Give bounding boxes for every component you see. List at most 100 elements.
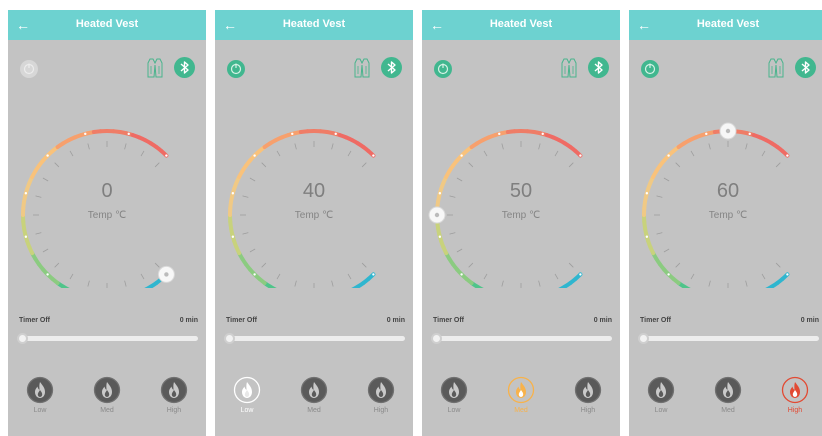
dial-dot [231, 235, 235, 238]
dial-tick [87, 143, 90, 150]
mode-button-high[interactable]: High [159, 376, 189, 424]
dial-dot [127, 132, 130, 136]
screen-1: ← Heated Vest 0 Temp ℃ Timer Off 0 min L… [8, 10, 206, 436]
mode-label-med: Med [721, 407, 735, 414]
mode-button-low[interactable]: Low [646, 376, 676, 424]
timer-slider-handle[interactable] [17, 333, 28, 344]
timer-slider-track[interactable] [436, 336, 612, 341]
dial-tick [331, 143, 334, 150]
dial-tick [690, 273, 695, 280]
power-button[interactable] [641, 60, 659, 78]
mode-label-low: Low [654, 407, 668, 414]
dial-tick [775, 262, 781, 268]
temperature-value: 40 [302, 180, 326, 202]
bluetooth-button[interactable] [381, 57, 402, 78]
flame-icon [714, 376, 742, 404]
dial-dot [334, 132, 337, 136]
timer-slider-track[interactable] [229, 336, 405, 341]
dial-tick [42, 248, 49, 253]
power-button[interactable] [20, 60, 38, 78]
mode-button-med[interactable]: Med [92, 376, 122, 424]
screen-4: ← Heated Vest 60 Temp ℃ Timer Off 0 min … [629, 10, 822, 436]
bluetooth-icon [180, 61, 189, 74]
mode-button-med[interactable]: Med [713, 376, 743, 424]
dial-tick [361, 162, 367, 168]
dial-dot [786, 154, 789, 157]
dial-tick [468, 262, 474, 268]
flame-icon [367, 376, 395, 404]
timer-value: 0 min [386, 317, 405, 324]
dial-tick [69, 150, 74, 157]
temperature-value: 50 [509, 180, 533, 202]
dial-tick [761, 273, 766, 280]
dial-tick [663, 248, 670, 253]
dial-dot [460, 154, 463, 157]
dial-dot [667, 154, 670, 157]
dial-tick [449, 232, 456, 235]
page-title: Heated Vest [696, 18, 760, 30]
dial-dot [46, 273, 49, 276]
mode-button-low[interactable]: Low [439, 376, 469, 424]
vest-icon[interactable] [146, 57, 164, 79]
app-header: ← Heated Vest [215, 10, 413, 40]
dial-handle-center [164, 272, 169, 277]
temperature-unit-label: Temp ℃ [87, 210, 127, 221]
page-title: Heated Vest [75, 18, 139, 30]
timer-slider-handle[interactable] [431, 333, 442, 344]
dial-tick [294, 280, 297, 287]
timer-slider-handle[interactable] [224, 333, 235, 344]
dial-tick [690, 150, 695, 157]
mode-button-high[interactable]: High [573, 376, 603, 424]
temperature-unit-label: Temp ℃ [294, 210, 334, 221]
flame-icon [440, 376, 468, 404]
timer-slider-handle[interactable] [638, 333, 649, 344]
dial-tick [708, 280, 711, 287]
mode-button-high[interactable]: High [780, 376, 810, 424]
dial-dot [253, 154, 256, 157]
bluetooth-button[interactable] [588, 57, 609, 78]
mode-button-med[interactable]: Med [299, 376, 329, 424]
dial-tick [347, 273, 352, 280]
bluetooth-button[interactable] [174, 57, 195, 78]
dial-tick [745, 280, 748, 287]
timer-slider-track[interactable] [22, 336, 198, 341]
vest-icon[interactable] [767, 57, 785, 79]
timer-value: 0 min [179, 317, 198, 324]
vest-icon[interactable] [560, 57, 578, 79]
mode-button-med[interactable]: Med [506, 376, 536, 424]
flame-icon [93, 376, 121, 404]
power-button[interactable] [227, 60, 245, 78]
dial-tick [538, 280, 541, 287]
bluetooth-button[interactable] [795, 57, 816, 78]
flame-icon [781, 376, 809, 404]
mode-button-high[interactable]: High [366, 376, 396, 424]
dial-tick [501, 143, 504, 150]
mode-button-low[interactable]: Low [232, 376, 262, 424]
dial-dot [372, 273, 375, 276]
mode-button-low[interactable]: Low [25, 376, 55, 424]
mode-label-high: High [580, 407, 596, 414]
timer-value: 0 min [800, 317, 819, 324]
dial-tick [87, 280, 90, 287]
vest-icon[interactable] [353, 57, 371, 79]
flame-icon [300, 376, 328, 404]
dial-dot [460, 273, 463, 276]
dial-tick [675, 162, 681, 168]
mode-label-high: High [166, 407, 182, 414]
timer-slider-track[interactable] [643, 336, 819, 341]
mode-label-high: High [373, 407, 389, 414]
timer-label: Timer Off [640, 317, 671, 324]
dial-dot [705, 132, 708, 136]
dial-tick [656, 232, 663, 235]
mode-label-med: Med [100, 407, 114, 414]
dial-tick [69, 273, 74, 280]
dial-arc-segment [351, 284, 360, 288]
dial-tick [745, 143, 748, 150]
dial-tick [361, 262, 367, 268]
dial-dot [541, 132, 544, 136]
dial-tick [54, 262, 60, 268]
screen-2: ← Heated Vest 40 Temp ℃ Timer Off 0 min … [215, 10, 413, 436]
dial-tick [347, 150, 352, 157]
dial-arc-segment [558, 284, 567, 288]
power-button[interactable] [434, 60, 452, 78]
